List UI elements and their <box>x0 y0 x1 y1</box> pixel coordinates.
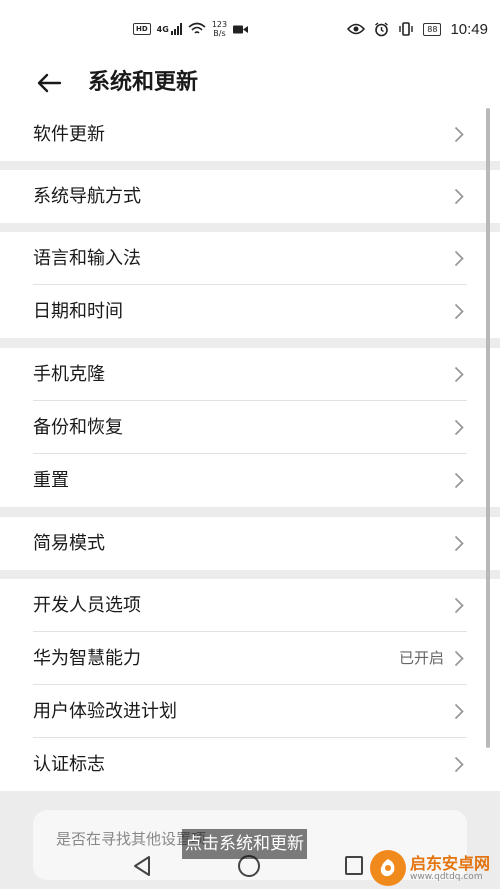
alarm-icon <box>375 21 389 36</box>
settings-item-developer-options[interactable]: 开发人员选项 <box>0 579 500 632</box>
watermark-name: 启东安卓网 <box>410 854 491 873</box>
chevron-right-icon <box>454 535 464 552</box>
settings-item-user-experience[interactable]: 用户体验改进计划 <box>0 685 500 738</box>
settings-item-language-input[interactable]: 语言和输入法 <box>0 232 500 285</box>
wifi-icon <box>188 22 206 34</box>
chevron-right-icon <box>454 366 464 383</box>
status-right: 88 10:49 <box>347 18 488 40</box>
eye-comfort-icon <box>347 23 366 35</box>
chevron-right-icon <box>454 419 464 436</box>
chevron-right-icon <box>454 756 464 773</box>
settings-item-label: 开发人员选项 <box>33 595 141 616</box>
chevron-right-icon <box>454 472 464 489</box>
square-recent-icon[interactable] <box>345 856 363 875</box>
settings-item-phone-clone[interactable]: 手机克隆 <box>0 348 500 401</box>
chevron-right-icon <box>454 250 464 267</box>
settings-item-software-update[interactable]: 软件更新 <box>0 108 500 161</box>
triangle-back-icon[interactable] <box>132 855 152 877</box>
settings-item-status: 已开启 <box>398 649 444 667</box>
settings-item-label: 手机克隆 <box>33 364 105 385</box>
settings-group: 软件更新 <box>0 108 500 161</box>
video-camera-icon <box>233 25 249 33</box>
chevron-right-icon <box>454 188 464 205</box>
settings-item-label: 软件更新 <box>33 124 105 145</box>
net-speed-value: 123 <box>211 20 228 29</box>
settings-item-label: 简易模式 <box>33 533 105 554</box>
subtitle-caption: 点击系统和更新 <box>182 829 307 859</box>
status-left: HD 4G 123 B/s <box>133 18 249 40</box>
clock: 10:49 <box>450 20 488 38</box>
status-bar: HD 4G 123 B/s 88 10:49 <box>0 0 500 60</box>
settings-group: 开发人员选项 华为智慧能力 已开启 用户体验改进计划 认证标志 <box>0 579 500 791</box>
scrollbar[interactable] <box>486 108 490 748</box>
vibrate-icon <box>399 22 413 36</box>
page-title: 系统和更新 <box>88 70 199 95</box>
settings-item-backup-restore[interactable]: 备份和恢复 <box>0 401 500 454</box>
settings-item-label: 日期和时间 <box>33 301 123 322</box>
chevron-right-icon <box>454 303 464 320</box>
back-button[interactable] <box>30 64 68 102</box>
chevron-right-icon <box>454 703 464 720</box>
chevron-right-icon <box>454 126 464 143</box>
title-bar: 系统和更新 <box>0 60 500 108</box>
network-type: 4G <box>156 24 169 34</box>
settings-group: 语言和输入法 日期和时间 <box>0 232 500 338</box>
settings-item-reset[interactable]: 重置 <box>0 454 500 507</box>
net-speed: 123 B/s <box>212 20 227 38</box>
settings-item-label: 重置 <box>33 470 69 491</box>
settings-group: 系统导航方式 <box>0 170 500 223</box>
settings-item-huawei-ai[interactable]: 华为智慧能力 已开启 <box>0 632 500 685</box>
settings-item-label: 华为智慧能力 <box>33 648 141 669</box>
settings-item-certification[interactable]: 认证标志 <box>0 738 500 791</box>
settings-item-label: 用户体验改进计划 <box>33 701 177 722</box>
arrow-left-icon <box>37 73 62 93</box>
settings-group: 简易模式 <box>0 517 500 570</box>
chevron-right-icon <box>454 597 464 614</box>
settings-item-navigation-mode[interactable]: 系统导航方式 <box>0 170 500 223</box>
hd-badge: HD <box>133 23 151 35</box>
settings-item-simple-mode[interactable]: 简易模式 <box>0 517 500 570</box>
settings-item-label: 系统导航方式 <box>33 186 141 207</box>
settings-item-label: 语言和输入法 <box>33 248 141 269</box>
settings-item-date-time[interactable]: 日期和时间 <box>0 285 500 338</box>
settings-item-label: 备份和恢复 <box>33 417 123 438</box>
watermark: 启东安卓网 www.qdtdq.com <box>368 848 500 889</box>
chevron-right-icon <box>454 650 464 667</box>
settings-group: 手机克隆 备份和恢复 重置 <box>0 348 500 507</box>
signal-icon <box>170 23 182 35</box>
watermark-logo-icon <box>370 850 406 886</box>
watermark-url: www.qdtdq.com <box>410 872 483 882</box>
net-speed-unit: B/s <box>213 29 226 38</box>
settings-item-label: 认证标志 <box>33 754 105 775</box>
battery-icon: 88 <box>423 22 442 36</box>
